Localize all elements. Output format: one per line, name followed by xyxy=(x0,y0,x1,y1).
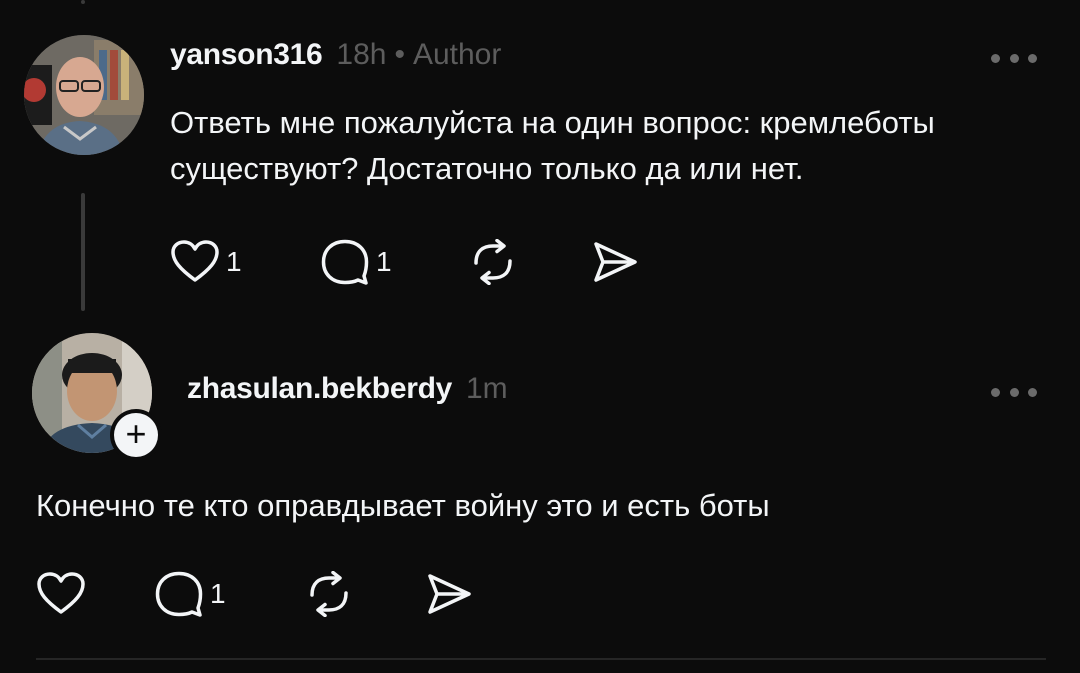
send-icon xyxy=(428,574,471,614)
reply-count: 1 xyxy=(210,578,226,609)
post-header: zhasulan.bekberdy 1m xyxy=(187,372,508,406)
comment-icon xyxy=(155,571,203,617)
share-button[interactable] xyxy=(424,569,474,619)
timestamp: 18h xyxy=(336,38,387,71)
post-text: Ответь мне пожалуйста на один вопрос: кр… xyxy=(170,100,935,192)
separator: • xyxy=(394,38,405,71)
post-text-line: существуют? Достаточно только да или нет… xyxy=(170,151,804,186)
post-header: yanson316 18h • Author xyxy=(170,38,501,72)
thread-view: yanson316 18h • Author Ответь мне пожалу… xyxy=(0,0,1080,673)
share-button[interactable] xyxy=(590,237,640,287)
avatar[interactable] xyxy=(24,35,144,155)
post-text-line: Конечно те кто оправдывает войну это и е… xyxy=(36,488,770,523)
send-icon xyxy=(594,242,637,282)
repost-icon xyxy=(474,239,512,285)
post-text: Конечно те кто оправдывает войну это и е… xyxy=(36,483,770,529)
more-dots-icon xyxy=(991,387,1000,397)
divider xyxy=(36,658,1046,660)
like-count: 1 xyxy=(226,246,242,277)
like-button[interactable]: 1 xyxy=(170,237,242,287)
more-options-button[interactable] xyxy=(991,51,1037,65)
reply-count: 1 xyxy=(376,246,392,277)
repost-icon xyxy=(310,571,348,617)
more-dots-icon xyxy=(991,53,1000,63)
reply-button[interactable]: 1 xyxy=(320,237,392,287)
thread-connector-top xyxy=(81,0,85,4)
post-text-line: Ответь мне пожалуйста на один вопрос: кр… xyxy=(170,105,935,140)
username[interactable]: yanson316 xyxy=(170,38,323,72)
plus-icon: + xyxy=(114,413,158,457)
reply-button[interactable]: 1 xyxy=(154,569,226,619)
comment-icon xyxy=(321,239,369,285)
more-options-button[interactable] xyxy=(991,385,1037,399)
timestamp: 1m xyxy=(466,372,508,405)
username[interactable]: zhasulan.bekberdy xyxy=(187,372,452,406)
thread-connector xyxy=(81,193,85,311)
repost-button[interactable] xyxy=(468,237,518,287)
follow-button[interactable]: + xyxy=(110,409,162,461)
like-button[interactable] xyxy=(36,569,86,619)
heart-icon xyxy=(37,572,85,614)
repost-button[interactable] xyxy=(304,569,354,619)
author-badge: Author xyxy=(412,38,502,71)
heart-icon xyxy=(171,240,219,282)
